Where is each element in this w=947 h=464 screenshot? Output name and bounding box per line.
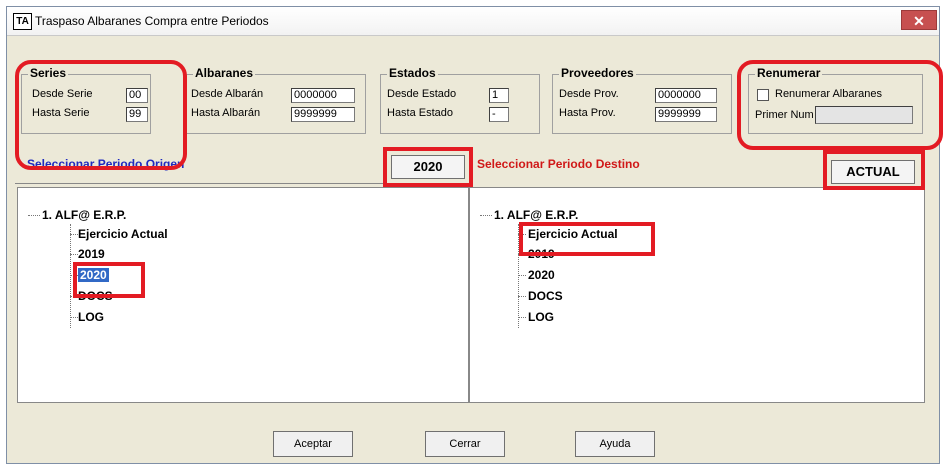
hasta-serie-label: Hasta Serie	[32, 107, 90, 119]
destino-tree-2019[interactable]: 2019	[528, 247, 555, 261]
tree-line	[70, 275, 78, 276]
title-bar: TA Traspaso Albaranes Compra entre Perio…	[7, 7, 939, 36]
origen-header-divider	[15, 183, 473, 184]
albaranes-group: Albaranes Desde Albarán 0000000 Hasta Al…	[186, 66, 366, 134]
series-title: Series	[28, 66, 69, 80]
destino-actual-badge: ACTUAL	[831, 160, 915, 184]
desde-serie-label: Desde Serie	[32, 88, 93, 100]
desde-albaran-input[interactable]: 0000000	[291, 88, 355, 103]
hasta-prov-input[interactable]: 9999999	[655, 107, 717, 122]
origen-tree-panel: 1. ALF@ E.R.P. Ejercicio Actual 2019 202…	[17, 187, 469, 403]
renumerar-title: Renumerar	[755, 66, 823, 80]
tree-line	[480, 215, 492, 216]
tree-line	[518, 234, 526, 235]
destino-tree-log[interactable]: LOG	[528, 310, 554, 324]
tree-line	[70, 254, 78, 255]
proveedores-title: Proveedores	[559, 66, 636, 80]
desde-prov-input[interactable]: 0000000	[655, 88, 717, 103]
primer-num-input[interactable]	[815, 106, 913, 124]
origen-tree-docs[interactable]: DOCS	[78, 289, 113, 303]
cerrar-button[interactable]: Cerrar	[425, 431, 505, 457]
origen-tree-2020-selected[interactable]: 2020	[78, 268, 109, 282]
estados-group: Estados Desde Estado 1 Hasta Estado -	[380, 66, 540, 134]
tree-line	[518, 317, 526, 318]
dialog-window: TA Traspaso Albaranes Compra entre Perio…	[6, 6, 943, 464]
renumerar-checkbox-label: Renumerar Albaranes	[775, 88, 883, 100]
hasta-estado-input[interactable]: -	[489, 107, 509, 122]
renumerar-group: Renumerar Renumerar Albaranes Primer Num	[748, 66, 923, 134]
hasta-estado-label: Hasta Estado	[387, 107, 454, 119]
tree-line	[28, 215, 40, 216]
destino-tree-docs[interactable]: DOCS	[528, 289, 563, 303]
desde-albaran-label: Desde Albarán	[191, 88, 264, 100]
destino-tree-ejercicio-actual[interactable]: Ejercicio Actual	[528, 227, 618, 241]
tree-line	[70, 296, 78, 297]
destino-tree-root[interactable]: 1. ALF@ E.R.P.	[494, 208, 578, 222]
desde-serie-input[interactable]: 00	[126, 88, 148, 103]
tree-line	[518, 224, 519, 328]
ayuda-button[interactable]: Ayuda	[575, 431, 655, 457]
hasta-albaran-input[interactable]: 9999999	[291, 107, 355, 122]
origen-header: Seleccionar Periodo Origen	[27, 157, 185, 171]
close-button[interactable]: ✕	[901, 10, 937, 30]
renumerar-checkbox[interactable]	[757, 89, 769, 101]
origen-tree-2019[interactable]: 2019	[78, 247, 105, 261]
albaranes-title: Albaranes	[193, 66, 256, 80]
hasta-albaran-label: Hasta Albarán	[191, 107, 261, 119]
origen-year-badge: 2020	[391, 155, 465, 179]
window-title: Traspaso Albaranes Compra entre Periodos	[35, 14, 269, 28]
origen-tree-ejercicio-actual[interactable]: Ejercicio Actual	[78, 227, 168, 241]
origen-tree-root[interactable]: 1. ALF@ E.R.P.	[42, 208, 126, 222]
estados-title: Estados	[387, 66, 438, 80]
desde-estado-input[interactable]: 1	[489, 88, 509, 103]
tree-line	[518, 254, 526, 255]
tree-line	[70, 224, 71, 328]
hasta-prov-label: Hasta Prov.	[559, 107, 616, 119]
tree-line	[70, 317, 78, 318]
series-group: Series Desde Serie 00 Hasta Serie 99	[21, 66, 151, 134]
app-icon: TA	[13, 13, 32, 30]
destino-header: Seleccionar Periodo Destino	[477, 157, 640, 171]
tree-line	[518, 275, 526, 276]
destino-tree-panel: 1. ALF@ E.R.P. Ejercicio Actual 2019 202…	[469, 187, 925, 403]
destino-tree-2020[interactable]: 2020	[528, 268, 555, 282]
tree-line	[70, 234, 78, 235]
origen-tree-log[interactable]: LOG	[78, 310, 104, 324]
desde-prov-label: Desde Prov.	[559, 88, 619, 100]
tree-line	[518, 296, 526, 297]
proveedores-group: Proveedores Desde Prov. 0000000 Hasta Pr…	[552, 66, 732, 134]
aceptar-button[interactable]: Aceptar	[273, 431, 353, 457]
desde-estado-label: Desde Estado	[387, 88, 457, 100]
hasta-serie-input[interactable]: 99	[126, 107, 148, 122]
primer-num-label: Primer Num	[755, 109, 814, 121]
